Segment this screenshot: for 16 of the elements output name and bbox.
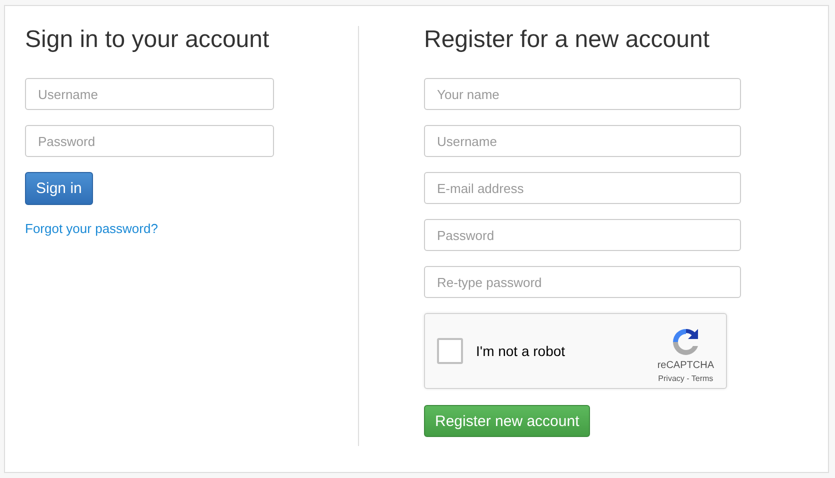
forgot-password-link[interactable]: Forgot your password? xyxy=(25,221,158,236)
input-field[interactable]: Username xyxy=(25,78,274,110)
checkbox[interactable] xyxy=(437,338,463,364)
privacy-terms-links[interactable]: Privacy - Terms xyxy=(658,374,714,382)
sign-in-button[interactable]: Sign in xyxy=(25,172,93,205)
captcha-brand: reCAPTCHA xyxy=(657,360,714,370)
input-field[interactable]: Password xyxy=(424,219,741,251)
register-button[interactable]: Register new account xyxy=(424,405,590,437)
input-field[interactable]: E-mail address xyxy=(424,172,741,204)
input-field[interactable]: Password xyxy=(25,125,274,157)
input-field[interactable]: Your name xyxy=(424,78,741,110)
register-heading: Register for a new account xyxy=(424,26,710,54)
input-field[interactable]: Re-type password xyxy=(424,266,741,298)
input-field[interactable]: Username xyxy=(424,125,741,157)
sign-in-heading: Sign in to your account xyxy=(25,26,270,54)
captcha-label: I'm not a robot xyxy=(476,343,566,359)
